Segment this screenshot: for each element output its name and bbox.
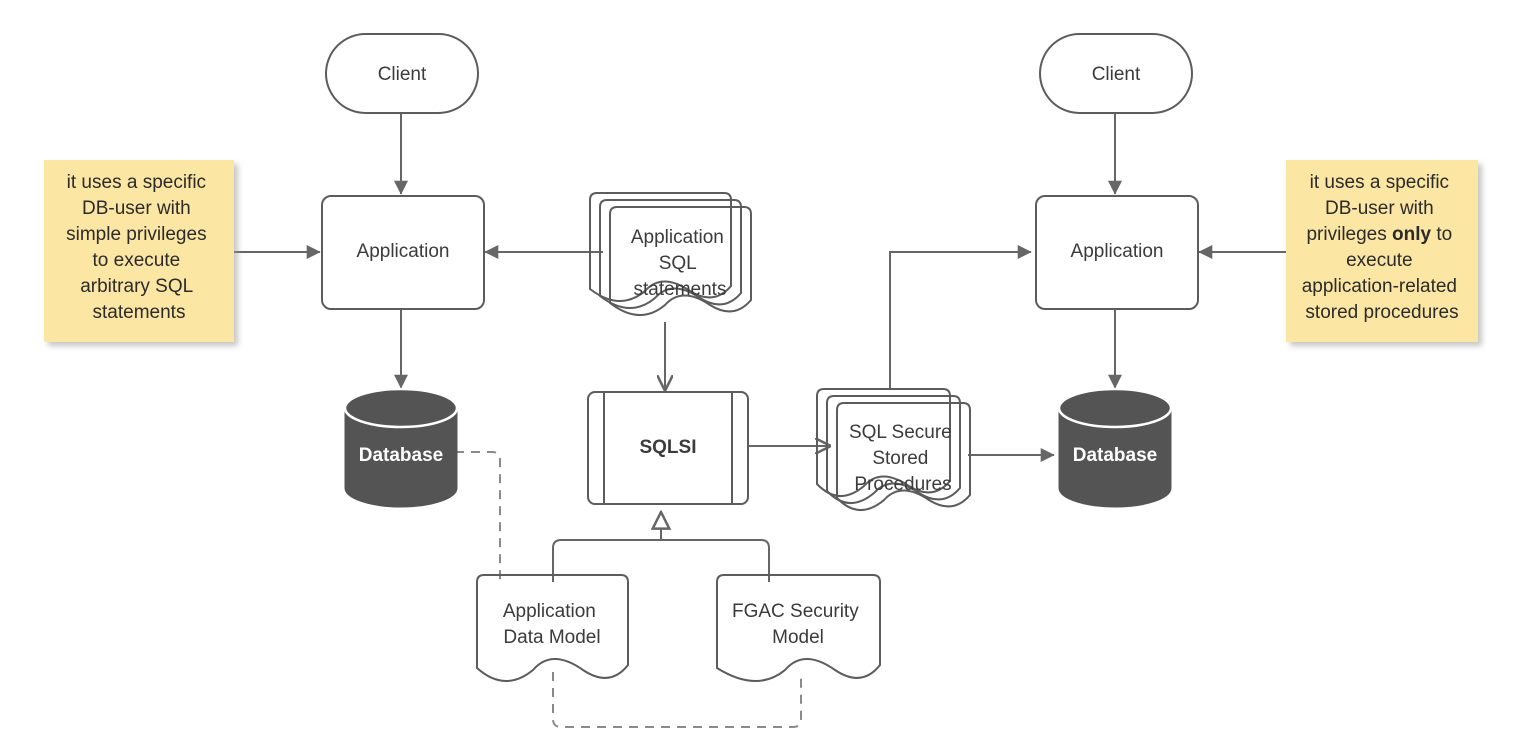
node-database-left[interactable]: Database — [343, 387, 459, 508]
note-left: it uses a specific DB-user with simple p… — [44, 160, 234, 342]
node-sql-secure-stored-procedures[interactable]: SQL Secure Stored Procedures — [816, 388, 971, 511]
app-sql-statements-label: Application SQL statements — [631, 227, 729, 300]
database-right-label: Database — [1073, 445, 1158, 466]
diagram-svg: it uses a specific DB-user with simple p… — [44, 33, 1478, 728]
node-application-data-model[interactable]: Application Data Model — [476, 574, 629, 682]
database-left-label: Database — [359, 445, 444, 466]
client-right-label: Client — [1092, 64, 1141, 85]
node-application-right[interactable]: Application — [1035, 195, 1199, 310]
node-client-right[interactable]: Client — [1039, 33, 1193, 114]
client-left-label: Client — [378, 64, 427, 85]
diagram-canvas: it uses a specific DB-user with simple p… — [0, 0, 1522, 755]
note-right: it uses a specific DB-user with privileg… — [1286, 160, 1478, 342]
node-application-sql-statements[interactable]: Application SQL statements — [589, 192, 752, 316]
node-database-right[interactable]: Database — [1057, 387, 1173, 508]
stored-procedures-label: SQL Secure Stored Procedures — [849, 422, 957, 495]
fgac-security-model-label: FGAC Security Model — [732, 601, 864, 648]
node-fgac-security-model[interactable]: FGAC Security Model — [716, 574, 881, 682]
edge-stored-procedures-to-application-right — [889, 245, 1032, 390]
sqlsi-label: SQLSI — [639, 437, 696, 458]
application-data-model-label: Application Data Model — [503, 601, 601, 648]
edge-dashed-database-left-to-data-model — [455, 451, 501, 582]
note-right-line-3: privileges only to — [1306, 224, 1452, 245]
node-sqlsi[interactable]: SQLSI — [587, 391, 749, 505]
application-right-label: Application — [1071, 241, 1164, 262]
node-application-left[interactable]: Application — [321, 195, 485, 310]
database-left-top — [343, 387, 459, 429]
node-client-left[interactable]: Client — [325, 33, 479, 114]
application-left-label: Application — [357, 241, 450, 262]
database-right-top — [1057, 387, 1173, 429]
